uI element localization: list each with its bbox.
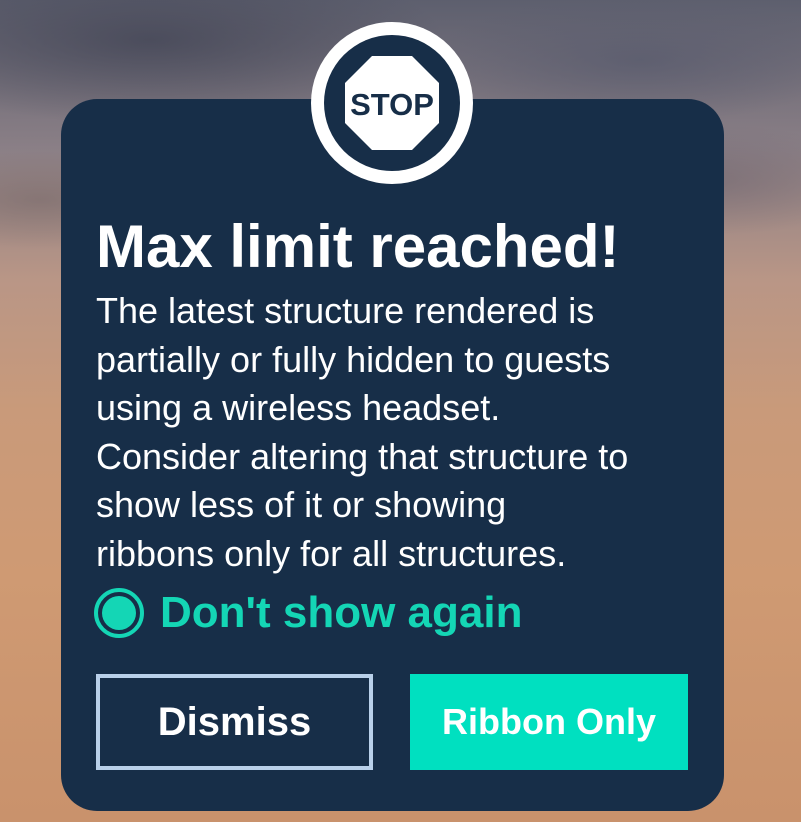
stop-badge-inner: STOP xyxy=(324,35,460,171)
message-line: Consider altering that structure to xyxy=(96,435,629,477)
message-line: The latest structure rendered is xyxy=(96,290,595,331)
dont-show-again-radio[interactable] xyxy=(94,588,144,638)
stop-badge: STOP xyxy=(311,22,473,184)
radio-selected-dot xyxy=(102,596,136,630)
dont-show-again-toggle[interactable]: Don't show again xyxy=(94,585,522,641)
message-line: partially or fully hidden to guests xyxy=(96,338,611,380)
dismiss-button[interactable]: Dismiss xyxy=(96,674,373,770)
message-line: show less of it or showing xyxy=(96,484,507,525)
message-line: using a wireless headset. xyxy=(96,387,501,428)
dialog-message: The latest structure rendered is partial… xyxy=(96,287,706,578)
dialog-title: Max limit reached! xyxy=(96,213,620,280)
message-line: ribbons only for all structures. xyxy=(96,532,567,574)
dont-show-again-label: Don't show again xyxy=(160,588,523,637)
stop-sign-icon: STOP xyxy=(345,56,439,150)
stop-sign-text: STOP xyxy=(350,87,434,122)
ribbon-only-button[interactable]: Ribbon Only xyxy=(410,674,688,770)
